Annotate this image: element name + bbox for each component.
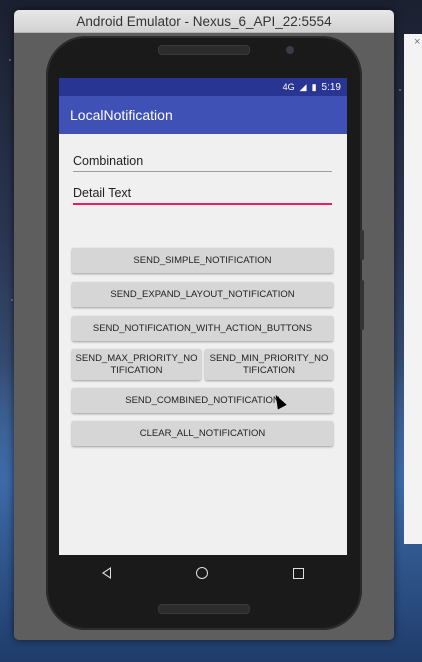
phone-screen: 4G ◢ ▮ 5:19 LocalNotification Combinatio… xyxy=(59,78,347,555)
send-notification-with-action-buttons-button[interactable]: SEND_NOTIFICATION_WITH_ACTION_BUTTONS xyxy=(72,316,333,341)
power-button[interactable] xyxy=(360,280,364,330)
app-bar: LocalNotification xyxy=(59,96,347,134)
camera xyxy=(286,46,294,54)
send-simple-notification-button[interactable]: SEND_SIMPLE_NOTIFICATION xyxy=(72,248,333,273)
detail-input-underline xyxy=(73,203,332,205)
volume-button[interactable] xyxy=(360,230,364,260)
send-combined-notification-button[interactable]: SEND_COMBINED_NOTIFICATION xyxy=(72,388,333,413)
detail-input-value[interactable]: Detail Text xyxy=(73,186,332,200)
clock: 5:19 xyxy=(321,81,341,93)
window-title: Android Emulator - Nexus_6_API_22:5554 xyxy=(76,13,332,29)
title-input-underline xyxy=(73,171,332,172)
title-input[interactable]: Combination xyxy=(73,154,332,172)
side-panel xyxy=(404,34,422,544)
back-icon[interactable] xyxy=(101,567,111,579)
window-titlebar[interactable]: Android Emulator - Nexus_6_API_22:5554 xyxy=(14,10,394,33)
signal-icon: ◢ xyxy=(299,81,307,92)
side-panel-close-icon[interactable]: × xyxy=(414,36,420,48)
send-max-priority-notification-button[interactable]: SEND_MAX_PRIORITY_NO TIFICATION xyxy=(72,349,201,380)
navigation-bar xyxy=(59,555,347,591)
send-expand-layout-notification-button[interactable]: SEND_EXPAND_LAYOUT_NOTIFICATION xyxy=(72,282,333,307)
network-type: 4G xyxy=(282,82,295,92)
status-bar: 4G ◢ ▮ 5:19 xyxy=(59,78,347,96)
app-title: LocalNotification xyxy=(70,107,173,123)
bottom-speaker xyxy=(158,604,250,614)
send-min-priority-notification-button[interactable]: SEND_MIN_PRIORITY_NO TIFICATION xyxy=(205,349,333,380)
recent-apps-icon[interactable] xyxy=(293,567,305,579)
home-icon[interactable] xyxy=(195,567,208,579)
clear-all-notification-button[interactable]: CLEAR_ALL_NOTIFICATION xyxy=(72,421,333,446)
top-speaker xyxy=(158,45,250,55)
battery-icon: ▮ xyxy=(311,81,317,92)
title-input-value[interactable]: Combination xyxy=(73,154,332,168)
detail-input[interactable]: Detail Text xyxy=(73,186,332,205)
